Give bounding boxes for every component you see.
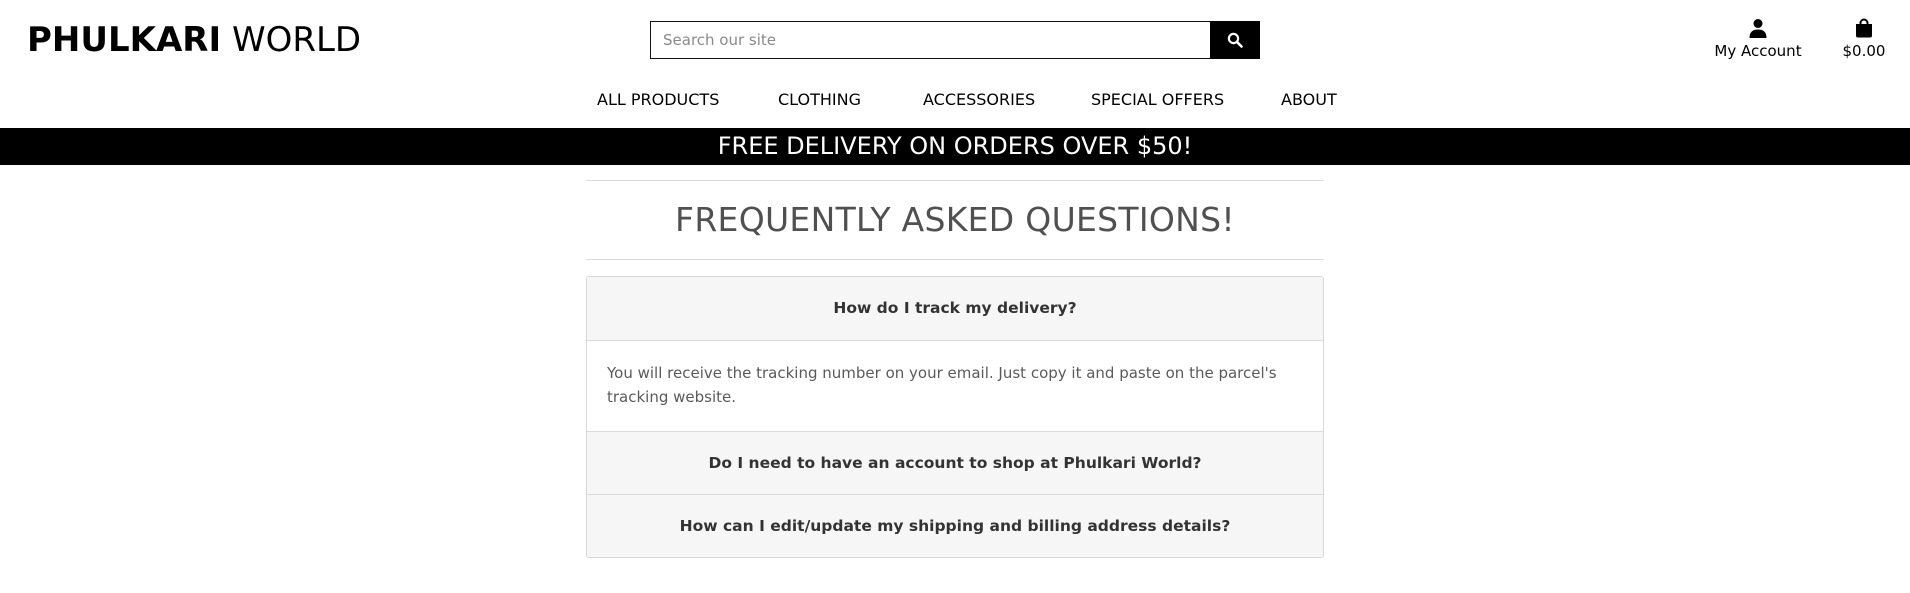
title-divider-bottom xyxy=(586,259,1324,260)
page-title: FREQUENTLY ASKED QUESTIONS! xyxy=(675,200,1235,239)
free-delivery-banner: FREE DELIVERY ON ORDERS OVER $50! xyxy=(0,128,1910,165)
logo-bold-text: PHULKARI xyxy=(27,20,222,60)
my-account-link[interactable]: My Account xyxy=(1705,16,1811,61)
search-form xyxy=(650,21,1260,59)
nav-item-special-offers[interactable]: SPECIAL OFFERS xyxy=(1091,88,1224,112)
faq-question-edit-address[interactable]: How can I edit/update my shipping and bi… xyxy=(587,494,1323,557)
faq-accordion: How do I track my delivery? You will rec… xyxy=(586,276,1324,558)
nav-item-about[interactable]: ABOUT xyxy=(1281,88,1337,112)
search-input[interactable] xyxy=(650,21,1210,59)
site-logo[interactable]: PHULKARI WORLD xyxy=(27,18,361,62)
faq-section: FREQUENTLY ASKED QUESTIONS! How do I tra… xyxy=(586,180,1324,558)
faq-question-track-delivery[interactable]: How do I track my delivery? xyxy=(587,277,1323,340)
shopping-bag-icon xyxy=(1856,18,1872,38)
search-icon xyxy=(1227,32,1243,48)
user-icon xyxy=(1749,19,1767,38)
nav-item-accessories[interactable]: ACCESSORIES xyxy=(923,88,1035,112)
faq-answer-track-delivery: You will receive the tracking number on … xyxy=(587,340,1323,431)
nav-item-all-products[interactable]: ALL PRODUCTS xyxy=(597,88,719,112)
main-nav: ALL PRODUCTS CLOTHING ACCESSORIES SPECIA… xyxy=(0,88,1910,112)
nav-item-clothing[interactable]: CLOTHING xyxy=(778,88,861,112)
faq-question-account-required[interactable]: Do I need to have an account to shop at … xyxy=(587,431,1323,494)
my-account-label: My Account xyxy=(1714,42,1802,60)
search-button[interactable] xyxy=(1210,21,1260,59)
bag-total: $0.00 xyxy=(1842,42,1886,60)
logo-light-text: WORLD xyxy=(231,20,362,60)
shopping-bag-link[interactable]: $0.00 xyxy=(1836,16,1892,61)
